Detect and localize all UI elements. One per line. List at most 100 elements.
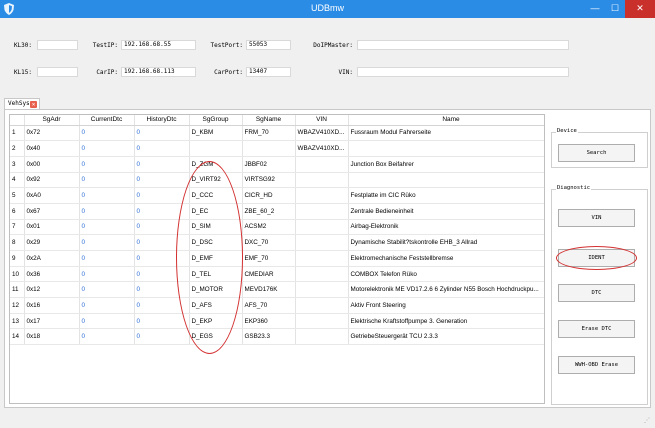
erase-dtc-button[interactable]: Erase DTC (558, 320, 635, 338)
ident-button[interactable]: IDENT (558, 249, 635, 267)
column-header[interactable]: HistoryDtc (134, 115, 190, 126)
current-dtc-cell[interactable]: 0 (79, 140, 135, 157)
table-row[interactable]: 11 0x12 0 0 D_MOTOR MEVD176K Motorelektronik M… (10, 281, 544, 299)
car-ip-field[interactable]: 192.168.68.113 (121, 67, 196, 77)
history-dtc-cell[interactable]: 0 (134, 187, 190, 204)
table-row[interactable]: 14 0x18 0 0 D_EGS GSB23.3 GetriebeSteuergerät … (10, 328, 544, 346)
doip-master-field[interactable] (357, 40, 569, 50)
vin-cell[interactable] (295, 172, 349, 189)
current-dtc-cell[interactable]: 0 (79, 281, 135, 299)
current-dtc-cell[interactable]: 0 (79, 313, 135, 330)
column-header[interactable]: SgName (242, 115, 296, 126)
history-dtc-cell[interactable]: 0 (134, 203, 190, 220)
table-row[interactable]: 4 0x92 0 0 D_VIRT92 VIRTSG92 (10, 172, 544, 189)
vin-cell[interactable] (295, 313, 349, 330)
dtc-button[interactable]: DTC (558, 284, 635, 302)
sg-group-cell[interactable]: D_VIRT92 (189, 172, 243, 189)
sg-group-cell[interactable]: D_CCC (189, 187, 243, 204)
name-cell[interactable] (348, 140, 544, 157)
vin-button[interactable]: VIN (558, 209, 635, 227)
current-dtc-cell[interactable]: 0 (79, 266, 135, 283)
table-row[interactable]: 10 0x36 0 0 D_TEL CMEDIAR COMBOX Telefon Rüko (10, 266, 544, 283)
name-cell[interactable]: Festplatte im CIC Rüko (348, 187, 544, 204)
history-dtc-cell[interactable]: 0 (134, 281, 190, 299)
sg-name-cell[interactable]: GSB23.3 (242, 328, 296, 346)
minimize-button[interactable]: — (585, 0, 605, 18)
table-row[interactable]: 2 0x40 0 0 WBAZV410XD... (10, 140, 544, 157)
vin-cell[interactable] (295, 250, 349, 267)
sg-adr-cell[interactable]: 0x12 (24, 281, 80, 299)
name-cell[interactable] (348, 172, 544, 189)
tab-vehsys[interactable]: VehSys ✕ (4, 98, 40, 109)
current-dtc-cell[interactable]: 0 (79, 328, 135, 346)
history-dtc-cell[interactable]: 0 (134, 234, 190, 251)
vin-cell[interactable] (295, 266, 349, 283)
history-dtc-cell[interactable]: 0 (134, 250, 190, 267)
sg-group-cell[interactable]: D_EMF (189, 250, 243, 267)
current-dtc-cell[interactable]: 0 (79, 172, 135, 189)
current-dtc-cell[interactable]: 0 (79, 156, 135, 173)
row-index-cell[interactable]: 3 (10, 156, 25, 173)
sg-group-cell[interactable]: D_AFS (189, 297, 243, 314)
table-row[interactable]: 5 0xA0 0 0 D_CCC CICR_HD Festplatte im CIC Rük… (10, 187, 544, 204)
sg-adr-cell[interactable]: 0x00 (24, 156, 80, 173)
column-header[interactable]: CurrentDtc (79, 115, 135, 126)
sg-adr-cell[interactable]: 0x67 (24, 203, 80, 220)
column-header[interactable] (10, 115, 25, 126)
table-row[interactable]: 8 0x29 0 0 D_DSC DXC_70 Dynamische Stabilit?ts… (10, 234, 544, 251)
vin-cell[interactable]: WBAZV410XD... (295, 140, 349, 157)
table-row[interactable]: 1 0x72 0 0 D_KBM FRM_70 WBAZV410XD... Fussraum … (10, 125, 544, 142)
row-index-cell[interactable]: 5 (10, 187, 25, 204)
current-dtc-cell[interactable]: 0 (79, 187, 135, 204)
table-row[interactable]: 6 0x67 0 0 D_EC ZBE_60_2 Zentrale Bedieneinhei… (10, 203, 544, 220)
sg-group-cell[interactable]: D_MOTOR (189, 281, 243, 299)
current-dtc-cell[interactable]: 0 (79, 234, 135, 251)
sg-group-cell[interactable]: D_KBM (189, 125, 243, 142)
history-dtc-cell[interactable]: 0 (134, 328, 190, 346)
row-index-cell[interactable]: 7 (10, 219, 25, 236)
sg-adr-cell[interactable]: 0x92 (24, 172, 80, 189)
sg-name-cell[interactable]: JBBF02 (242, 156, 296, 173)
name-cell[interactable]: Aktiv Front Steering (348, 297, 544, 314)
current-dtc-cell[interactable]: 0 (79, 219, 135, 236)
row-index-cell[interactable]: 4 (10, 172, 25, 189)
history-dtc-cell[interactable]: 0 (134, 313, 190, 330)
sg-name-cell[interactable]: FRM_70 (242, 125, 296, 142)
vin-cell[interactable] (295, 203, 349, 220)
name-cell[interactable]: GetriebeSteuergerät TCU 2.3.3 (348, 328, 544, 346)
sg-adr-cell[interactable]: 0x2A (24, 250, 80, 267)
sg-adr-cell[interactable]: 0x16 (24, 297, 80, 314)
current-dtc-cell[interactable]: 0 (79, 250, 135, 267)
sg-adr-cell[interactable]: 0xA0 (24, 187, 80, 204)
sg-group-cell[interactable]: D_SIM (189, 219, 243, 236)
maximize-button[interactable]: ☐ (605, 0, 625, 18)
sg-group-cell[interactable]: D_EKP (189, 313, 243, 330)
name-cell[interactable]: Dynamische Stabilit?tskontrolle EHB_3 Al… (348, 234, 544, 251)
sg-adr-cell[interactable]: 0x40 (24, 140, 80, 157)
history-dtc-cell[interactable]: 0 (134, 156, 190, 173)
sg-name-cell[interactable]: AFS_70 (242, 297, 296, 314)
column-header[interactable]: SgAdr (24, 115, 80, 126)
row-index-cell[interactable]: 12 (10, 297, 25, 314)
table-row[interactable]: 13 0x17 0 0 D_EKP EKP360 Elektrische Kraftstof… (10, 313, 544, 330)
history-dtc-cell[interactable]: 0 (134, 219, 190, 236)
sg-group-cell[interactable]: D_EC (189, 203, 243, 220)
sg-group-cell[interactable] (189, 140, 243, 157)
test-port-field[interactable]: 55053 (246, 40, 291, 50)
row-index-cell[interactable]: 10 (10, 266, 25, 283)
row-index-cell[interactable]: 6 (10, 203, 25, 220)
current-dtc-cell[interactable]: 0 (79, 297, 135, 314)
history-dtc-cell[interactable]: 0 (134, 140, 190, 157)
sg-group-cell[interactable]: D_DSC (189, 234, 243, 251)
table-row[interactable]: 9 0x2A 0 0 D_EMF EMF_70 Elektromechanische Fes… (10, 250, 544, 267)
tab-close-icon[interactable]: ✕ (30, 101, 37, 108)
current-dtc-cell[interactable]: 0 (79, 125, 135, 142)
sg-adr-cell[interactable]: 0x01 (24, 219, 80, 236)
row-index-cell[interactable]: 1 (10, 125, 25, 142)
wwh-obd-erase-button[interactable]: WWH-OBD Erase (558, 356, 635, 374)
search-button[interactable]: Search (558, 144, 635, 162)
vin-cell[interactable] (295, 187, 349, 204)
history-dtc-cell[interactable]: 0 (134, 172, 190, 189)
column-header[interactable]: VIN (295, 115, 349, 126)
name-cell[interactable]: Elektrische Kraftstoffpumpe 3. Generatio… (348, 313, 544, 330)
